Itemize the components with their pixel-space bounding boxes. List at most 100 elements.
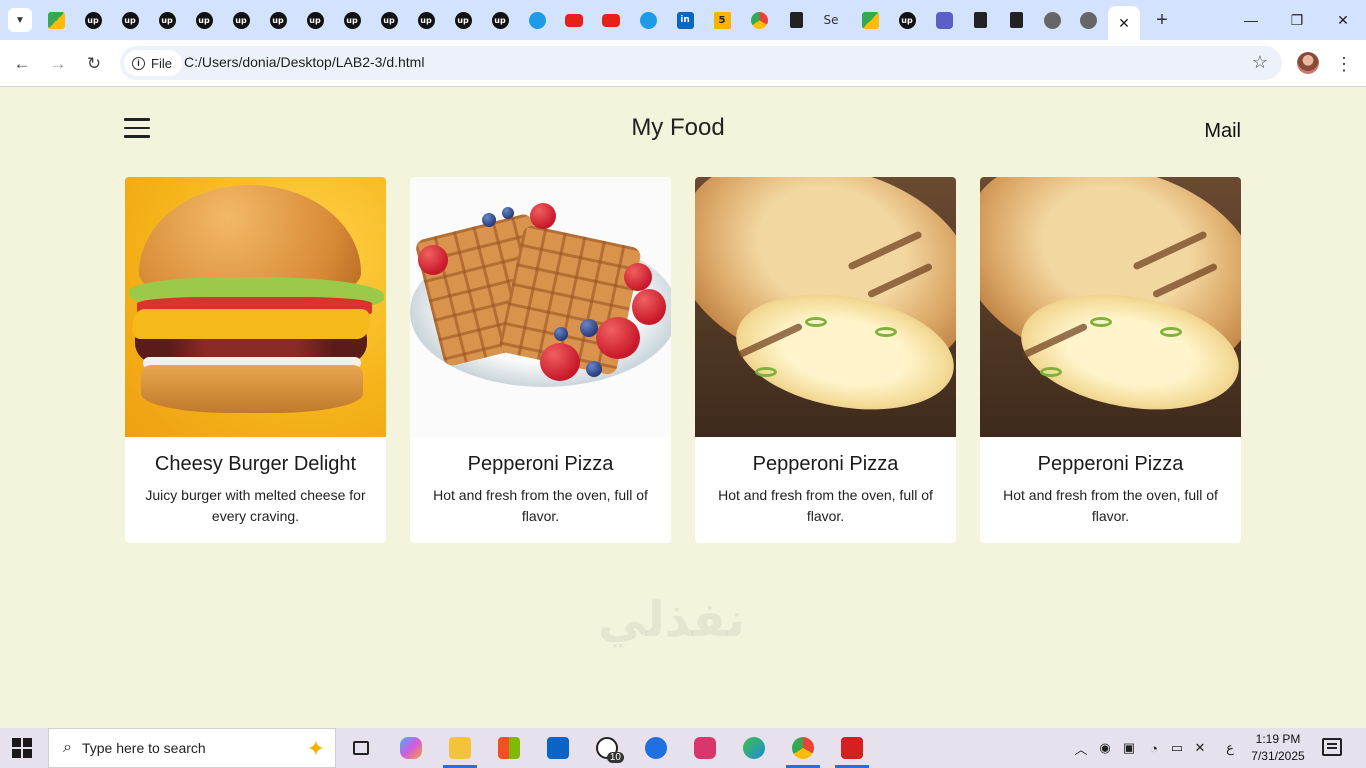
- taskbar-whatsapp[interactable]: 10: [584, 728, 630, 768]
- upwork-icon: up: [417, 11, 435, 29]
- input-language[interactable]: ع: [1222, 728, 1238, 768]
- notification-center-icon[interactable]: [1322, 738, 1342, 756]
- food-card[interactable]: Pepperoni Pizza Hot and fresh from the o…: [980, 177, 1241, 543]
- globe-icon: [1079, 11, 1097, 29]
- upwork-icon: up: [454, 11, 472, 29]
- search-icon: ⌕: [63, 739, 72, 756]
- task-view-icon: [353, 741, 369, 755]
- tab-youtube[interactable]: [593, 0, 629, 40]
- app-icon: [694, 737, 716, 759]
- taskbar-vc-app[interactable]: [829, 728, 875, 768]
- bookmark-star-icon[interactable]: ☆: [1252, 52, 1268, 73]
- taskbar-outlook[interactable]: [535, 728, 581, 768]
- taskbar-edge[interactable]: [731, 728, 777, 768]
- copilot-sparkle-icon: ✦: [306, 736, 325, 761]
- tab-blue-swirl[interactable]: [630, 0, 666, 40]
- restore-button[interactable]: ❐: [1274, 0, 1320, 40]
- volume-muted-icon[interactable]: ✕: [1191, 728, 1209, 768]
- google-meet-icon: [861, 11, 879, 29]
- browser-menu-button[interactable]: ⋮: [1334, 50, 1354, 78]
- back-button[interactable]: ←: [8, 50, 36, 78]
- waffle-image: [410, 177, 671, 437]
- upwork-icon: up: [380, 11, 398, 29]
- tab-upwork[interactable]: up: [186, 0, 222, 40]
- site-info-label: File: [151, 55, 172, 71]
- tab-upwork[interactable]: up: [297, 0, 333, 40]
- tab-globe[interactable]: [1070, 0, 1106, 40]
- tab-upwork[interactable]: up: [889, 0, 925, 40]
- taskbar-clock[interactable]: 1:19 PM 7/31/2025: [1244, 731, 1312, 765]
- url-text[interactable]: C:/Users/donia/Desktop/LAB2-3/d.html: [184, 54, 424, 70]
- battery-icon[interactable]: ▭: [1168, 728, 1186, 768]
- upwork-icon: up: [491, 11, 509, 29]
- tab-upwork[interactable]: up: [75, 0, 111, 40]
- clock-date: 7/31/2025: [1251, 749, 1305, 763]
- tab-search-button[interactable]: ▼: [8, 8, 32, 32]
- minimize-button[interactable]: —: [1228, 0, 1274, 40]
- taskbar-chrome[interactable]: [780, 728, 826, 768]
- upwork-icon: up: [269, 11, 287, 29]
- mail-link[interactable]: Mail: [1204, 120, 1241, 143]
- tab-upwork[interactable]: up: [482, 0, 518, 40]
- food-card[interactable]: Cheesy Burger Delight Juicy burger with …: [125, 177, 386, 543]
- tab-upwork[interactable]: up: [149, 0, 185, 40]
- tab-upwork[interactable]: up: [260, 0, 296, 40]
- show-hidden-icons[interactable]: ︿: [1072, 728, 1090, 768]
- taskbar-search-box[interactable]: ⌕ Type here to search ✦: [48, 728, 336, 768]
- burger-image: [125, 177, 386, 437]
- tab-se[interactable]: Se: [813, 0, 849, 40]
- close-tab-icon[interactable]: ✕: [1118, 15, 1130, 32]
- food-card[interactable]: Pepperoni Pizza Hot and fresh from the o…: [410, 177, 671, 543]
- tab-linkedin[interactable]: in: [667, 0, 703, 40]
- address-bar[interactable]: i File C:/Users/donia/Desktop/LAB2-3/d.h…: [120, 46, 1282, 80]
- taskbar-messenger[interactable]: [633, 728, 679, 768]
- reload-button[interactable]: ↻: [80, 50, 108, 78]
- tab-blue-app[interactable]: [519, 0, 555, 40]
- tab-doc[interactable]: [998, 0, 1034, 40]
- tab-doc[interactable]: [962, 0, 998, 40]
- tab-doc[interactable]: [778, 0, 814, 40]
- start-windows-icon[interactable]: [12, 738, 32, 758]
- food-card-grid: Cheesy Burger Delight Juicy burger with …: [125, 177, 1241, 543]
- tab-google-meet[interactable]: [38, 0, 74, 40]
- tab-youtube[interactable]: [556, 0, 592, 40]
- upwork-icon: up: [195, 11, 213, 29]
- active-tab[interactable]: ✕: [1108, 6, 1140, 40]
- tab-upwork[interactable]: up: [334, 0, 370, 40]
- taskbar-copilot[interactable]: [388, 728, 434, 768]
- tab-upwork[interactable]: up: [112, 0, 148, 40]
- meet-now-icon[interactable]: ▣: [1120, 728, 1138, 768]
- edge-icon: [743, 737, 765, 759]
- chrome-icon: [792, 737, 814, 759]
- tab-chrome[interactable]: [741, 0, 777, 40]
- record-icon[interactable]: ◉: [1096, 728, 1114, 768]
- page-title: My Food: [631, 114, 725, 141]
- profile-avatar[interactable]: [1297, 52, 1319, 74]
- five-icon: 5: [713, 11, 731, 29]
- tab-five[interactable]: 5: [704, 0, 740, 40]
- tab-upwork[interactable]: up: [445, 0, 481, 40]
- tab-globe[interactable]: [1034, 0, 1070, 40]
- forward-button[interactable]: →: [44, 50, 72, 78]
- tab-upwork[interactable]: up: [223, 0, 259, 40]
- wifi-icon[interactable]: ◔: [1145, 728, 1163, 768]
- taskbar-store[interactable]: [486, 728, 532, 768]
- site-info-chip[interactable]: i File: [124, 50, 182, 76]
- wrap-image: [695, 177, 956, 437]
- tab-google-meet[interactable]: [852, 0, 888, 40]
- new-tab-button[interactable]: +: [1150, 8, 1174, 32]
- taskbar-app-pink[interactable]: [682, 728, 728, 768]
- browser-toolbar: ← → ↻ i File C:/Users/donia/Desktop/LAB2…: [0, 40, 1366, 87]
- upwork-icon: up: [84, 11, 102, 29]
- taskbar-file-explorer[interactable]: [437, 728, 483, 768]
- watermark: نفذلي: [598, 592, 745, 648]
- document-icon: [789, 12, 803, 28]
- food-card[interactable]: Pepperoni Pizza Hot and fresh from the o…: [695, 177, 956, 543]
- upwork-icon: up: [232, 11, 250, 29]
- se-icon: Se: [823, 13, 839, 27]
- close-window-button[interactable]: ✕: [1320, 0, 1366, 40]
- task-view-button[interactable]: [338, 728, 384, 768]
- tab-upwork[interactable]: up: [371, 0, 407, 40]
- tab-upwork[interactable]: up: [408, 0, 444, 40]
- tab-teams[interactable]: [926, 0, 962, 40]
